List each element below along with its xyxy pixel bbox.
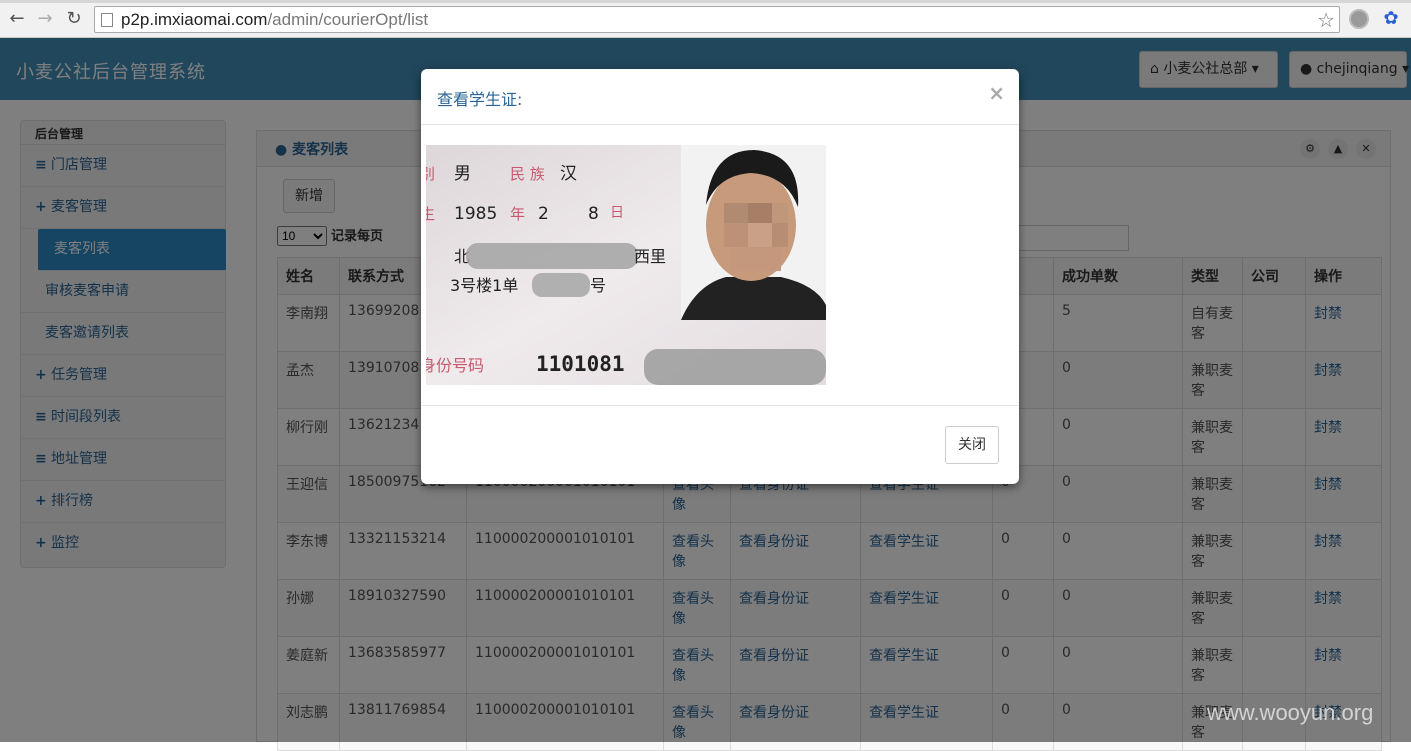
page-icon [101,13,113,27]
modal-title: 查看学生证: [437,90,523,109]
modal-close-x-icon[interactable]: × [988,81,1005,105]
blur-block [772,203,788,223]
back-icon[interactable]: ← [6,8,28,30]
address-redaction [466,243,638,269]
card-address-1b: 西里 [634,247,666,266]
card-birth-day: 8 [588,204,599,224]
modal-header: 查看学生证: × [421,69,1019,125]
blur-block [748,223,772,247]
address-redaction [532,273,590,297]
student-card-modal: 查看学生证: × 别 男 民 族 汉 生 1985 年 2 8 日 北 西里 3… [421,69,1019,484]
blur-block [772,223,788,247]
id-redaction [644,349,826,385]
reload-icon[interactable]: ↻ [63,8,85,30]
modal-close-button[interactable]: 关闭 [945,426,999,464]
blur-block [731,247,781,271]
card-gender: 男 [454,164,471,184]
card-day-label: 日 [610,205,624,221]
card-gender-label: 别 [426,165,435,183]
forward-icon[interactable]: → [34,8,56,30]
modal-body: 别 男 民 族 汉 生 1985 年 2 8 日 北 西里 3号楼1单 号 身份… [421,125,1019,406]
browser-chrome: ← → ↻ p2p.imxiaomai.com/admin/courierOpt… [0,0,1411,38]
card-birth-label: 生 [426,205,435,223]
card-year-label: 年 [510,205,525,223]
address-bar[interactable]: p2p.imxiaomai.com/admin/courierOpt/list … [94,6,1340,33]
card-id-label: 身份号码 [426,356,484,375]
extension-paw-icon[interactable]: ✿ [1380,8,1402,30]
id-card-svg: 别 男 民 族 汉 生 1985 年 2 8 日 北 西里 3号楼1单 号 身份… [426,145,826,385]
bookmark-star-icon[interactable]: ☆ [1317,8,1335,32]
modal-footer: 关闭 [421,406,1019,484]
card-id-number: 1101081 [536,352,625,376]
tab-strip [0,0,1411,3]
card-address-2b: 号 [590,276,606,295]
card-address-2a: 3号楼1单 [450,276,518,295]
watermark: www.wooyun.org [1207,700,1374,725]
student-card-image: 别 男 民 族 汉 生 1985 年 2 8 日 北 西里 3号楼1单 号 身份… [426,145,826,385]
extension-globe-icon[interactable] [1349,9,1369,29]
card-birth-year: 1985 [454,204,497,224]
card-ethnic-label: 民 族 [510,165,545,183]
blur-block [724,223,748,247]
blur-block [724,203,748,223]
blur-block [748,203,772,223]
card-birth-month: 2 [538,204,549,224]
url-text: p2p.imxiaomai.com/admin/courierOpt/list [121,10,429,29]
card-ethnic: 汉 [560,164,577,184]
